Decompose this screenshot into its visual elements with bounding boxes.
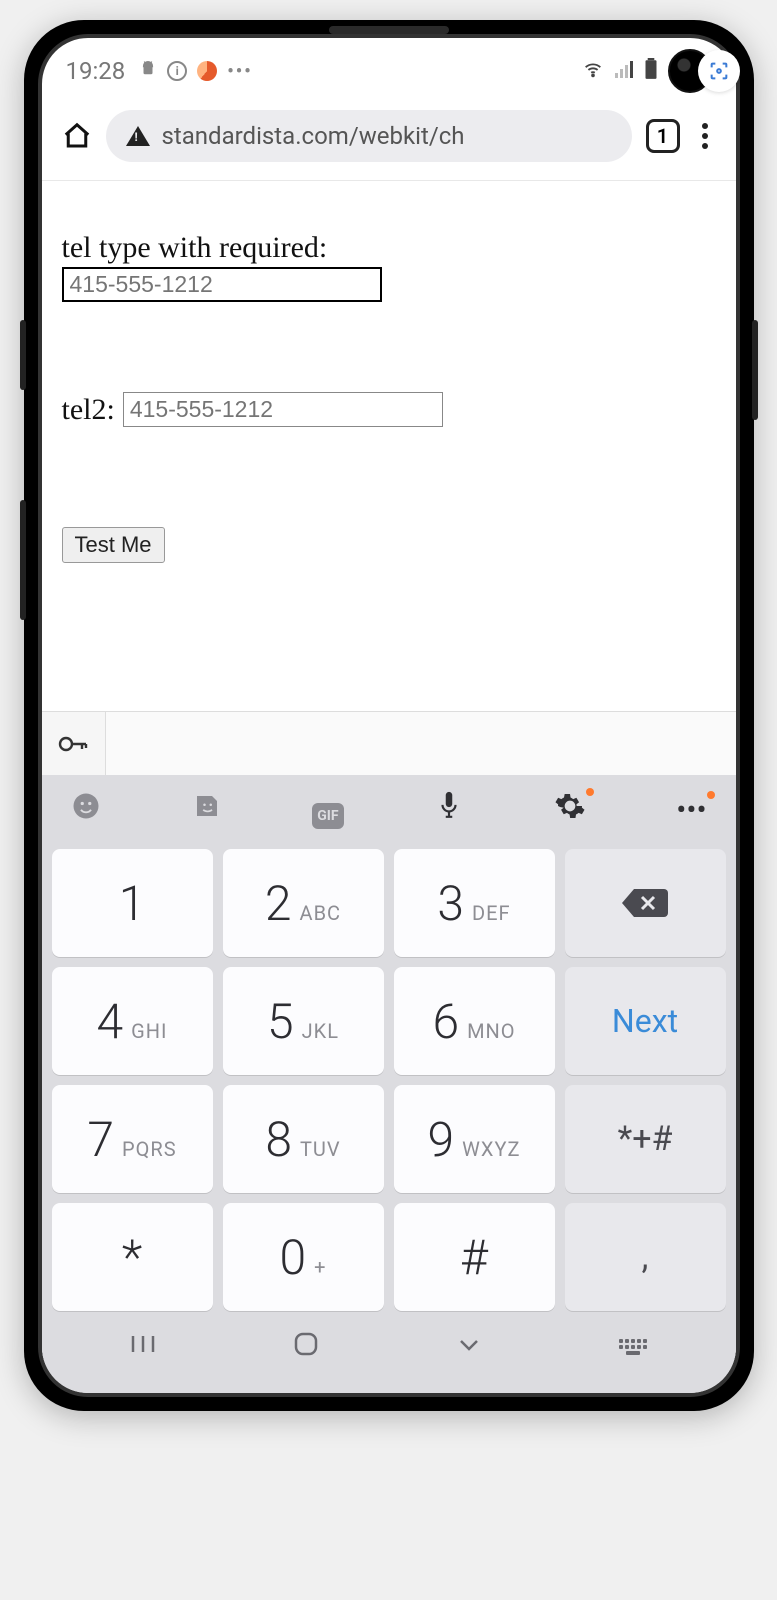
key-comma[interactable]: , bbox=[565, 1203, 726, 1311]
key-1[interactable]: 1 bbox=[52, 849, 213, 957]
tel2-label: tel2: bbox=[62, 393, 115, 427]
settings-icon[interactable] bbox=[550, 790, 590, 830]
more-horizontal-icon: ••• bbox=[227, 61, 252, 82]
insecure-site-icon bbox=[126, 126, 150, 146]
battery-icon bbox=[644, 58, 658, 85]
gif-icon[interactable]: GIF bbox=[308, 793, 348, 828]
screenshot-scan-icon[interactable] bbox=[698, 50, 740, 92]
recents-button[interactable] bbox=[129, 1332, 157, 1362]
tab-switcher[interactable]: 1 bbox=[646, 119, 680, 153]
android-debug-icon bbox=[139, 60, 157, 83]
key-9[interactable]: 9WXYZ bbox=[394, 1085, 555, 1193]
signal-icon bbox=[614, 59, 634, 84]
page-content: tel type with required: tel2: Test Me bbox=[42, 181, 736, 711]
key-0[interactable]: 0+ bbox=[223, 1203, 384, 1311]
keyboard: GIF ••• 1 2ABC 3DEF bbox=[42, 775, 736, 1393]
more-icon[interactable]: ••• bbox=[671, 793, 711, 828]
key-symbols[interactable]: *+# bbox=[565, 1085, 726, 1193]
phone-frame: 19:28 i ••• bbox=[24, 20, 754, 1411]
hide-keyboard-icon[interactable] bbox=[618, 1339, 648, 1355]
swirl-app-icon bbox=[197, 61, 217, 81]
test-me-button[interactable]: Test Me bbox=[62, 527, 165, 563]
android-nav-bar bbox=[42, 1321, 736, 1381]
status-clock: 19:28 bbox=[66, 57, 126, 85]
key-7[interactable]: 7PQRS bbox=[52, 1085, 213, 1193]
key-8[interactable]: 8TUV bbox=[223, 1085, 384, 1193]
tel2-input[interactable] bbox=[123, 392, 443, 427]
key-hash[interactable]: # bbox=[394, 1203, 555, 1311]
key-5[interactable]: 5JKL bbox=[223, 967, 384, 1075]
status-bar: 19:28 i ••• bbox=[42, 38, 736, 98]
keyboard-toolbar: GIF ••• bbox=[42, 775, 736, 849]
back-button[interactable] bbox=[455, 1332, 483, 1362]
mic-icon[interactable] bbox=[429, 789, 469, 831]
tab-count-value: 1 bbox=[657, 124, 668, 148]
tel1-label: tel type with required: bbox=[62, 231, 716, 265]
url-bar[interactable]: standardista.com/webkit/ch bbox=[106, 110, 632, 162]
browser-menu-icon[interactable] bbox=[694, 119, 716, 153]
key-4[interactable]: 4GHI bbox=[52, 967, 213, 1075]
url-text: standardista.com/webkit/ch bbox=[162, 122, 465, 150]
key-6[interactable]: 6MNO bbox=[394, 967, 555, 1075]
key-3[interactable]: 3DEF bbox=[394, 849, 555, 957]
emoji-icon[interactable] bbox=[66, 791, 106, 829]
password-key-icon[interactable] bbox=[42, 712, 106, 775]
key-backspace[interactable] bbox=[565, 849, 726, 957]
key-2[interactable]: 2ABC bbox=[223, 849, 384, 957]
phone-speaker bbox=[329, 26, 449, 34]
key-next[interactable]: Next bbox=[565, 967, 726, 1075]
info-icon: i bbox=[167, 61, 187, 81]
key-star[interactable]: * bbox=[52, 1203, 213, 1311]
tel1-input[interactable] bbox=[62, 267, 382, 302]
browser-toolbar: standardista.com/webkit/ch 1 bbox=[42, 98, 736, 181]
home-button[interactable] bbox=[292, 1330, 320, 1365]
suggestion-bar bbox=[42, 711, 736, 775]
sticker-icon[interactable] bbox=[187, 791, 227, 829]
wifi-icon bbox=[582, 58, 604, 85]
home-icon[interactable] bbox=[62, 121, 92, 151]
